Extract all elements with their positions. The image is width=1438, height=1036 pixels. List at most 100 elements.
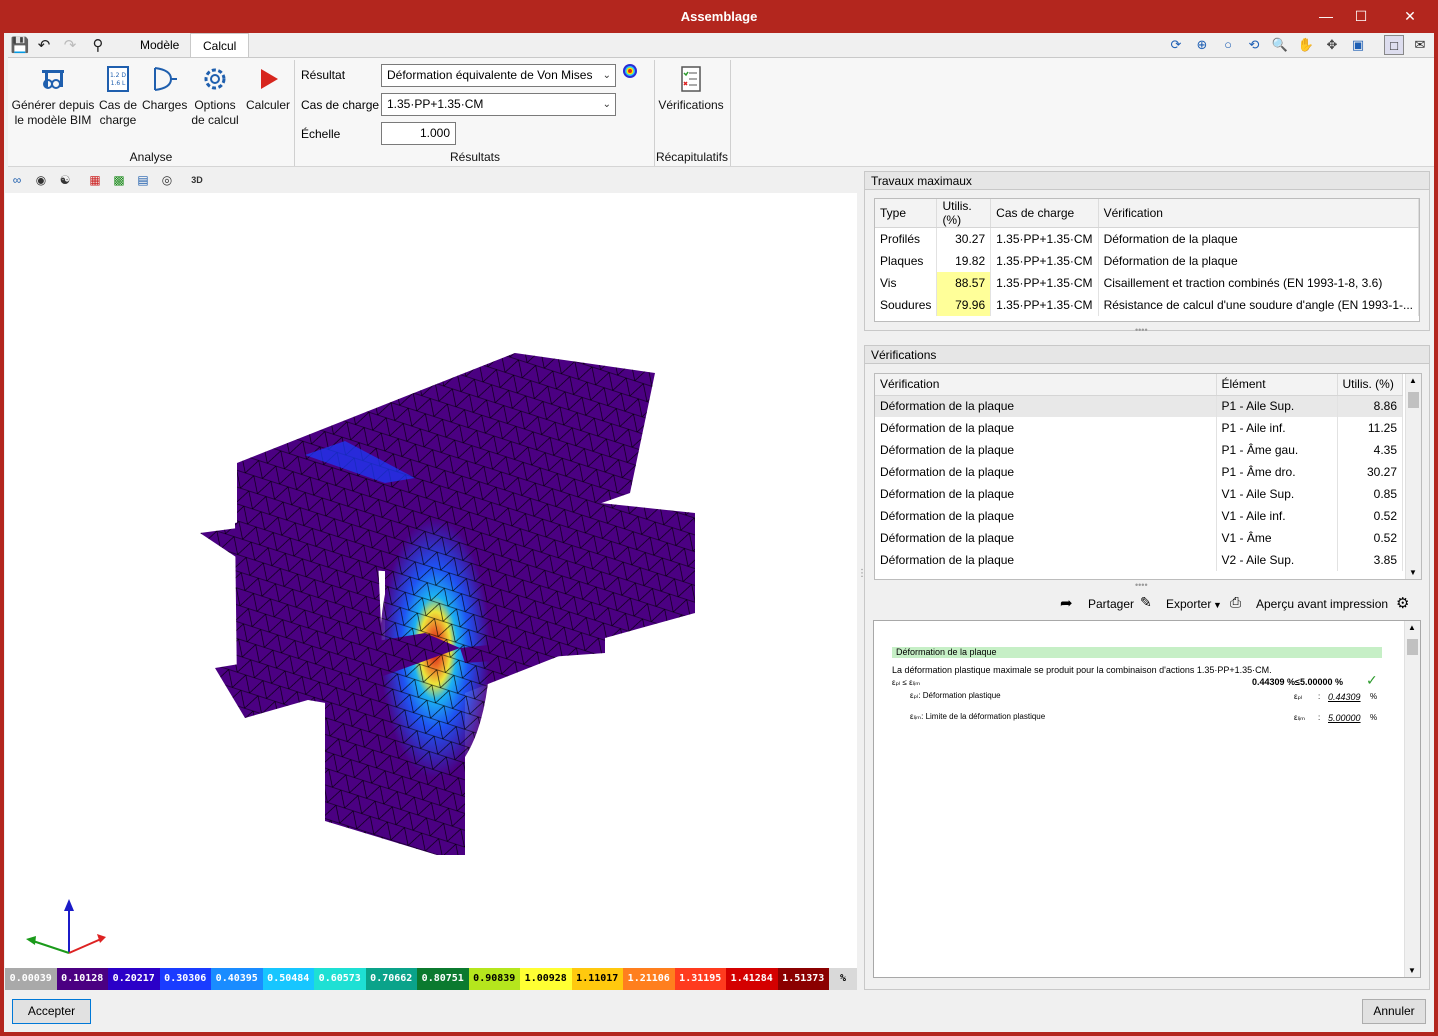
report-scrollbar[interactable]: ▲ ▼ <box>1404 621 1420 977</box>
table-row[interactable]: Déformation de la plaque P1 - Âme gau. 4.3… <box>875 439 1403 461</box>
cell-verification: Cisaillement et traction combinés (EN 19… <box>1098 271 1420 294</box>
settings-gear-icon[interactable]: ⚙ <box>1396 594 1409 612</box>
legend-value: 1.31195 <box>674 968 726 990</box>
print-preview-button[interactable]: Aperçu avant impression <box>1256 597 1388 611</box>
table-row[interactable]: Plaques 19.82 1.35·PP+1.35·CM Déformation d… <box>875 249 1420 272</box>
fit-view-icon[interactable]: ▣ <box>1348 35 1368 55</box>
comment-icon[interactable]: ✉ <box>1410 35 1430 55</box>
legend-value: 0.50484 <box>262 968 314 990</box>
col-verif[interactable]: Vérification <box>875 374 1217 396</box>
scroll-thumb[interactable] <box>1407 639 1418 655</box>
section-icon[interactable]: ▦ <box>86 170 104 190</box>
close-icon[interactable]: ✕ <box>1399 6 1421 26</box>
col-type[interactable]: Type <box>875 199 938 228</box>
col-element[interactable]: Élément <box>1216 374 1338 396</box>
view-eye-icon[interactable]: ◉ <box>32 170 50 190</box>
col-utilis[interactable]: Utilis. (%) <box>936 199 992 228</box>
table-row[interactable]: Déformation de la plaque V1 - Âme 0.52 <box>875 527 1403 549</box>
legend-value: 0.00039 <box>5 968 57 990</box>
scroll-down-icon[interactable]: ▼ <box>1408 966 1416 975</box>
pan-hand-icon[interactable]: ✋ <box>1296 35 1316 55</box>
panel-resize-handle[interactable]: •••• <box>1135 580 1148 590</box>
mesh-icon[interactable]: ▩ <box>110 170 128 190</box>
cell-type: Profilés <box>875 227 938 250</box>
check-icon: ✓ <box>1366 672 1378 688</box>
redo-icon[interactable]: ↷ <box>60 36 80 56</box>
verifications-table-frame: Vérification Élément Utilis. (%) Déforma… <box>874 373 1422 580</box>
col-cas[interactable]: Cas de charge <box>990 199 1099 228</box>
tab-calcul[interactable]: Calcul <box>190 33 250 57</box>
table-row[interactable]: Soudures 79.96 1.35·PP+1.35·CM Résistance d… <box>875 293 1420 316</box>
z-axis-arrow <box>64 899 74 911</box>
scroll-up-icon[interactable]: ▲ <box>1408 623 1416 632</box>
share-icon[interactable]: ➦ <box>1060 594 1073 612</box>
table-row[interactable]: Déformation de la plaque V1 - Aile Sup. 0.… <box>875 483 1403 505</box>
travaux-title: Travaux maximaux <box>865 172 1429 190</box>
calc-options-button[interactable]: Options de calcul <box>190 64 240 128</box>
cas-charge-select[interactable]: 1.35·PP+1.35·CM ⌄ <box>381 93 616 116</box>
cell-cas: 1.35·PP+1.35·CM <box>990 293 1099 316</box>
accept-button[interactable]: Accepter <box>12 999 91 1024</box>
panel-resize-handle[interactable]: •••• <box>1135 325 1148 335</box>
maximize-icon[interactable]: ☐ <box>1350 6 1372 26</box>
verifications-button[interactable]: Vérifications <box>656 64 726 113</box>
table-row[interactable]: Déformation de la plaque V2 - Aile Sup. 3.… <box>875 549 1403 571</box>
rotate-view-icon[interactable]: ⟲ <box>1244 35 1264 55</box>
save-icon[interactable]: 💾 <box>10 36 30 56</box>
search-icon[interactable]: ⚲ <box>88 36 108 56</box>
window-mode-icon[interactable]: □ <box>1384 35 1404 55</box>
export-icon[interactable]: ✎ <box>1140 594 1152 611</box>
splitter-handle[interactable]: ⋮ <box>857 569 867 586</box>
axes-icon[interactable]: ∞ <box>8 170 26 190</box>
layers-icon[interactable]: ▤ <box>134 170 152 190</box>
color-map-icon[interactable] <box>622 63 638 79</box>
echelle-input[interactable]: 1.000 <box>381 122 456 145</box>
3d-viewport[interactable] <box>5 193 857 968</box>
zoom-all-icon[interactable]: ⟳ <box>1166 35 1186 55</box>
scroll-down-icon[interactable]: ▼ <box>1409 568 1417 577</box>
zoom-icon[interactable]: 🔍 <box>1270 35 1290 55</box>
report-line1-sym: εₚₗ <box>1294 692 1303 701</box>
load-cases-icon: 1.2 D1.6 L <box>107 66 129 92</box>
travaux-table-frame: Type Utilis. (%) Cas de charge Vérificat… <box>874 198 1420 322</box>
window-title: Assemblage <box>680 9 758 24</box>
table-row[interactable]: Déformation de la plaque P1 - Aile inf. 11… <box>875 417 1403 439</box>
cancel-button[interactable]: Annuler <box>1362 999 1426 1024</box>
visibility-icon[interactable]: ◎ <box>158 170 176 190</box>
verif-scrollbar[interactable]: ▲ ▼ <box>1405 374 1421 579</box>
chevron-down-icon: ⌄ <box>602 70 611 81</box>
3d-view-icon[interactable]: 3D <box>188 170 206 190</box>
chevron-down-icon[interactable]: ▼ <box>1213 600 1222 610</box>
cell-type: Vis <box>875 271 938 294</box>
col-verification[interactable]: Vérification <box>1098 199 1420 228</box>
cell-utilis: 0.52 <box>1337 527 1403 549</box>
rotate-icon[interactable]: ☯ <box>56 170 74 190</box>
cas-charge-label: Cas de charge <box>301 98 380 112</box>
scroll-thumb[interactable] <box>1408 392 1419 408</box>
undo-icon[interactable]: ↶ <box>34 36 54 56</box>
table-row[interactable]: Profilés 30.27 1.35·PP+1.35·CM Déformation … <box>875 227 1420 250</box>
legend-value: 0.10128 <box>56 968 108 990</box>
col-utilis[interactable]: Utilis. (%) <box>1337 374 1403 396</box>
travaux-panel: Travaux maximaux Type Utilis. (%) Cas de… <box>864 171 1430 335</box>
move-icon[interactable]: ✥ <box>1322 35 1342 55</box>
calculate-button[interactable]: Calculer <box>244 64 292 113</box>
loads-button[interactable]: Charges <box>142 64 187 113</box>
zoom-x2-icon[interactable]: ○ <box>1218 35 1238 55</box>
resultat-value: Déformation équivalente de Von Mises <box>387 68 593 82</box>
printer-icon[interactable]: ⎙ <box>1230 594 1241 611</box>
scroll-up-icon[interactable]: ▲ <box>1409 376 1417 385</box>
tab-modele[interactable]: Modèle <box>128 33 191 57</box>
minimize-icon[interactable]: — <box>1315 6 1337 26</box>
generate-bim-button[interactable]: Générer depuis le modèle BIM <box>10 64 96 128</box>
export-button[interactable]: Exporter <box>1166 597 1211 611</box>
share-button[interactable]: Partager <box>1088 597 1134 611</box>
table-row[interactable]: Déformation de la plaque P1 - Aile Sup. 8.… <box>875 395 1403 417</box>
table-row[interactable]: Vis 88.57 1.35·PP+1.35·CM Cisaillement et t… <box>875 271 1420 294</box>
table-row[interactable]: Déformation de la plaque P1 - Âme dro. 30.… <box>875 461 1403 483</box>
load-cases-button[interactable]: 1.2 D 1.6 L Cas de charge <box>96 64 140 128</box>
zoom-window-icon[interactable]: ⊕ <box>1192 35 1212 55</box>
resultat-select[interactable]: Déformation équivalente de Von Mises ⌄ <box>381 64 616 87</box>
cell-element: V1 - Aile Sup. <box>1216 483 1338 505</box>
table-row[interactable]: Déformation de la plaque V1 - Aile inf. 0.… <box>875 505 1403 527</box>
